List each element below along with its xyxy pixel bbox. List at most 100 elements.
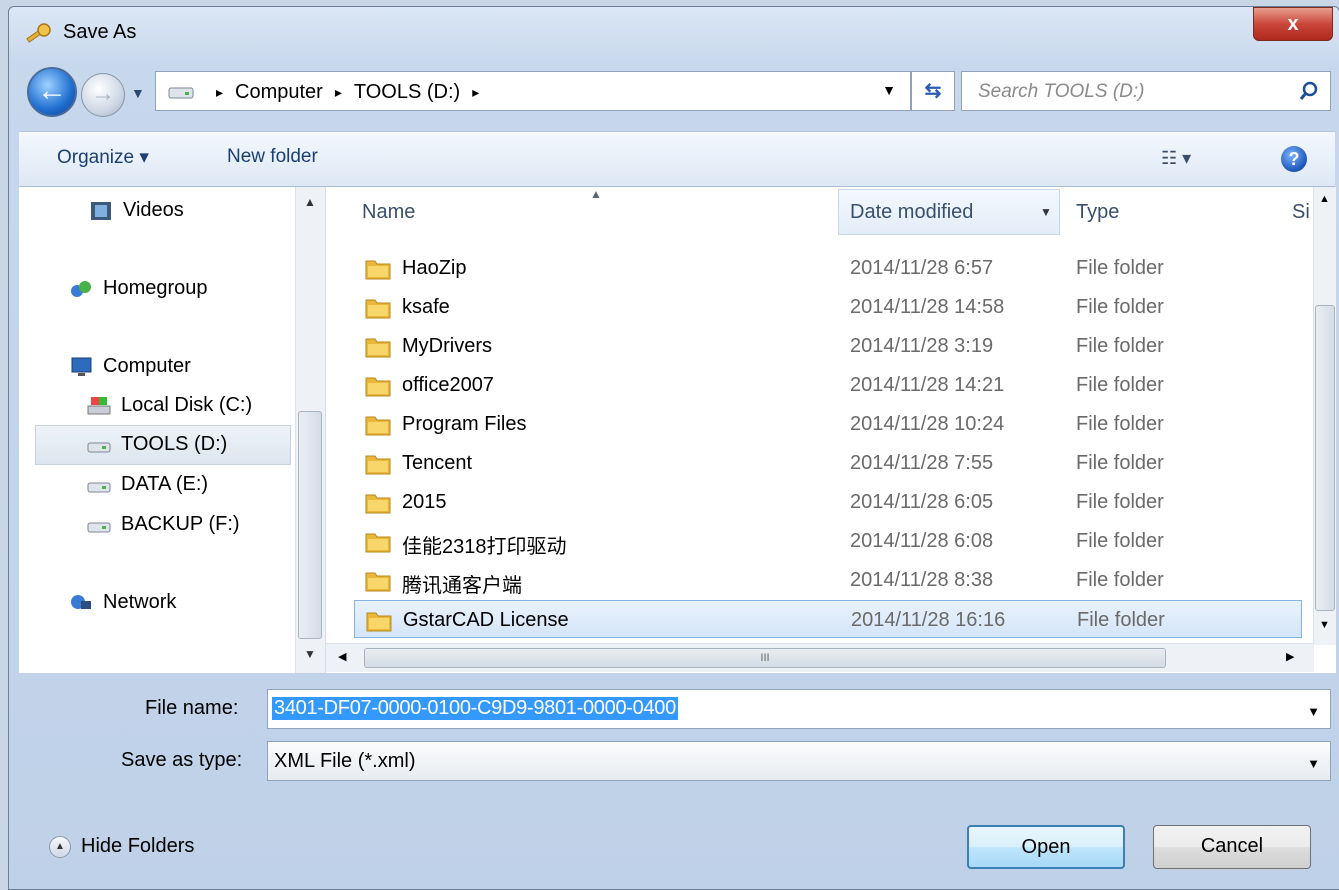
- nav-item-label: Local Disk (C:): [121, 394, 253, 416]
- close-button[interactable]: x: [1253, 7, 1333, 41]
- title-bar: Save As x: [9, 7, 1339, 59]
- local-disk-icon: [87, 396, 111, 414]
- file-name-cell: Program Files: [402, 413, 527, 435]
- folder-icon: [365, 416, 391, 436]
- folder-icon: [365, 338, 391, 358]
- table-row[interactable]: GstarCAD License 2014/11/28 16:16 File fol…: [354, 600, 1302, 638]
- nav-item-label: DATA (E:): [121, 473, 209, 495]
- scroll-left-icon[interactable]: ◀: [338, 650, 346, 663]
- breadcrumb-computer[interactable]: Computer: [235, 81, 323, 104]
- table-row[interactable]: 腾讯通客户端 2014/11/28 8:38 File folder: [354, 561, 1302, 599]
- scroll-up-icon[interactable]: ▲: [1319, 193, 1330, 205]
- breadcrumb-tools-drive[interactable]: TOOLS (D:): [354, 81, 460, 104]
- nav-item-data-e[interactable]: DATA (E:): [87, 473, 208, 496]
- date-modified-cell: 2014/11/28 6:05: [850, 491, 994, 513]
- nav-item-computer[interactable]: Computer: [69, 355, 191, 378]
- file-name-cell: ksafe: [402, 296, 450, 318]
- file-list-hscrollbar[interactable]: ◀ III ▶: [326, 643, 1314, 672]
- refresh-button[interactable]: ⇆: [911, 71, 955, 111]
- drive-icon: [87, 522, 111, 532]
- drive-icon: [168, 87, 194, 99]
- nav-item-label: BACKUP (F:): [121, 513, 240, 535]
- column-header-type[interactable]: Type: [1076, 187, 1119, 237]
- date-modified-cell: 2014/11/28 14:21: [850, 374, 1005, 396]
- table-row[interactable]: 佳能2318打印驱动 2014/11/28 6:08 File folder: [354, 522, 1302, 560]
- cancel-button[interactable]: Cancel: [1153, 825, 1311, 869]
- breadcrumb-separator[interactable]: ▸: [216, 84, 223, 101]
- file-name-cell: Tencent: [402, 452, 473, 474]
- file-name-cell: office2007: [402, 374, 494, 396]
- back-button[interactable]: ←: [27, 67, 77, 117]
- column-header-size[interactable]: Si: [1292, 187, 1310, 237]
- computer-icon: [71, 357, 92, 376]
- table-row[interactable]: Tencent 2014/11/28 7:55 File folder: [354, 444, 1302, 482]
- hide-folders-button[interactable]: ▲ Hide Folders: [49, 835, 194, 858]
- address-bar[interactable]: ▸ Computer ▸ TOOLS (D:) ▸ ▼: [155, 71, 911, 111]
- new-folder-button[interactable]: New folder: [227, 146, 318, 168]
- nav-scrollbar[interactable]: ▲ ▼: [295, 187, 326, 673]
- date-modified-cell: 2014/11/28 14:58: [850, 296, 1005, 318]
- nav-item-tools-d[interactable]: TOOLS (D:): [87, 433, 227, 456]
- file-name-cell: MyDrivers: [402, 335, 492, 357]
- chevron-down-icon[interactable]: ▼: [882, 82, 896, 98]
- nav-item-videos[interactable]: Videos: [89, 199, 184, 222]
- table-row[interactable]: Program Files 2014/11/28 10:24 File folder: [354, 405, 1302, 443]
- organize-button[interactable]: Organize ▾: [57, 146, 149, 169]
- chevron-down-icon[interactable]: ▼: [1307, 756, 1320, 771]
- breadcrumb-separator[interactable]: ▸: [335, 84, 342, 101]
- search-box[interactable]: [961, 71, 1331, 111]
- save-type-select[interactable]: XML File (*.xml) ▼: [267, 741, 1331, 781]
- file-list-pane: Name ▲ Date modified ▼ Type Si HaoZip 201…: [325, 187, 1336, 673]
- open-button[interactable]: Open: [967, 825, 1125, 869]
- sort-ascending-icon: ▲: [590, 187, 602, 201]
- nav-item-homegroup[interactable]: Homegroup: [69, 277, 208, 300]
- table-row[interactable]: office2007 2014/11/28 14:21 File folder: [354, 366, 1302, 404]
- address-row: ← → ▼ ▸ Computer ▸ TOOLS (D:) ▸ ▼ ⇆: [9, 65, 1339, 125]
- scroll-right-icon[interactable]: ▶: [1286, 650, 1294, 663]
- column-filter-chevron-icon[interactable]: ▼: [1040, 205, 1052, 219]
- scroll-thumb[interactable]: [298, 411, 322, 639]
- search-input[interactable]: [976, 80, 1280, 104]
- hide-folders-label: Hide Folders: [81, 835, 195, 857]
- scroll-up-icon[interactable]: ▲: [304, 195, 316, 209]
- chevron-up-icon: ▲: [49, 835, 71, 858]
- file-name-value[interactable]: 3401-DF07-0000-0100-C9D9-9801-0000-0400: [272, 697, 678, 720]
- nav-item-local-disk-c[interactable]: Local Disk (C:): [87, 394, 252, 417]
- nav-item-label: Network: [103, 591, 177, 613]
- file-type-cell: File folder: [1076, 569, 1164, 591]
- file-list-vscrollbar[interactable]: ▲ ▼: [1313, 187, 1336, 645]
- scroll-down-icon[interactable]: ▼: [304, 647, 316, 661]
- column-header-name[interactable]: Name: [362, 187, 415, 237]
- save-type-value: XML File (*.xml): [274, 750, 416, 772]
- column-header-date[interactable]: Date modified: [850, 187, 973, 237]
- nav-item-backup-f[interactable]: BACKUP (F:): [87, 513, 240, 536]
- scroll-thumb[interactable]: III: [364, 648, 1166, 668]
- scroll-down-icon[interactable]: ▼: [1319, 619, 1330, 631]
- file-name-input[interactable]: 3401-DF07-0000-0100-C9D9-9801-0000-0400 …: [267, 689, 1331, 729]
- folder-icon: [365, 260, 391, 280]
- forward-button[interactable]: →: [81, 73, 125, 117]
- folder-icon: [365, 494, 391, 514]
- view-options-button[interactable]: ☷ ▾: [1161, 148, 1191, 169]
- file-name-cell: HaoZip: [402, 257, 467, 279]
- table-row[interactable]: 2015 2014/11/28 6:05 File folder: [354, 483, 1302, 521]
- breadcrumb-separator[interactable]: ▸: [472, 84, 479, 101]
- file-type-cell: File folder: [1076, 413, 1164, 435]
- date-modified-cell: 2014/11/28 8:38: [850, 569, 994, 591]
- search-icon[interactable]: [1298, 80, 1320, 102]
- network-icon: [71, 594, 91, 609]
- file-type-cell: File folder: [1076, 530, 1164, 552]
- nav-item-label: Homegroup: [103, 277, 208, 299]
- nav-item-label: TOOLS (D:): [121, 433, 228, 455]
- chevron-down-icon[interactable]: ▼: [1307, 704, 1320, 719]
- folder-icon: [365, 572, 391, 592]
- scroll-thumb[interactable]: [1315, 305, 1335, 611]
- table-row[interactable]: ksafe 2014/11/28 14:58 File folder: [354, 288, 1302, 326]
- nav-item-network[interactable]: Network: [69, 591, 176, 614]
- history-dropdown-icon[interactable]: ▼: [131, 85, 145, 101]
- help-icon[interactable]: ?: [1281, 146, 1307, 172]
- table-row[interactable]: MyDrivers 2014/11/28 3:19 File folder: [354, 327, 1302, 365]
- table-row[interactable]: HaoZip 2014/11/28 6:57 File folder: [354, 249, 1302, 287]
- folder-icon: [366, 612, 392, 632]
- folder-icon: [365, 455, 391, 475]
